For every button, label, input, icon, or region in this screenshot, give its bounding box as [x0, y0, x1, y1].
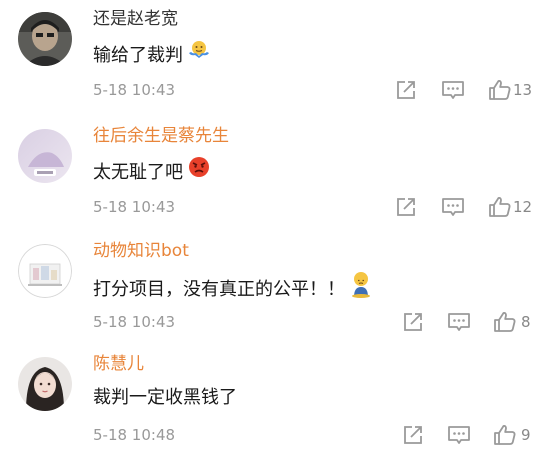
like-count: 8	[521, 313, 531, 331]
share-icon	[397, 81, 415, 99]
username[interactable]: 还是赵老宽	[93, 8, 178, 30]
timestamp: 5-18 10:48	[93, 426, 176, 444]
username[interactable]: 动物知识bot	[93, 240, 189, 262]
comment-text-content: 打分项目，没有真正的公平！！	[93, 279, 345, 300]
timestamp: 5-18 10:43	[93, 313, 176, 331]
comment-item: 还是赵老宽 输给了裁判 5-18 10:43 13	[0, 0, 550, 114]
thumbs-up-icon	[489, 80, 511, 100]
like-count: 13	[513, 81, 533, 99]
like-button[interactable]	[487, 77, 513, 103]
like-button[interactable]	[492, 309, 518, 335]
avatar[interactable]	[18, 244, 72, 298]
sad-sitting-emoji	[349, 270, 373, 306]
thumbs-up-icon	[494, 425, 516, 445]
share-icon	[404, 313, 422, 331]
thumbs-up-icon	[489, 197, 511, 217]
comment-icon	[448, 426, 470, 444]
username[interactable]: 往后余生是蔡先生	[93, 125, 229, 147]
username[interactable]: 陈慧儿	[93, 353, 144, 375]
comment-text-content: 裁判一定收黑钱了	[93, 387, 237, 408]
timestamp: 5-18 10:43	[93, 198, 176, 216]
comment-item: 陈慧儿 裁判一定收黑钱了 5-18 10:48 9	[0, 345, 550, 459]
thumbs-up-icon	[494, 312, 516, 332]
like-button[interactable]	[487, 194, 513, 220]
share-button[interactable]	[400, 422, 426, 448]
comment-text: 打分项目，没有真正的公平！！	[93, 272, 373, 308]
timestamp: 5-18 10:43	[93, 81, 176, 99]
share-icon	[404, 426, 422, 444]
share-button[interactable]	[393, 77, 419, 103]
like-count: 9	[521, 426, 531, 444]
comment-icon	[442, 81, 464, 99]
like-button[interactable]	[492, 422, 518, 448]
share-button[interactable]	[400, 309, 426, 335]
comment-item: 往后余生是蔡先生 太无耻了吧 5-18 10:43 12	[0, 117, 550, 231]
share-icon	[397, 198, 415, 216]
avatar[interactable]	[18, 357, 72, 411]
comment-button[interactable]	[440, 194, 466, 220]
avatar[interactable]	[18, 12, 72, 66]
comment-icon	[448, 313, 470, 331]
comment-icon	[442, 198, 464, 216]
comment-item: 动物知识bot 打分项目，没有真正的公平！！ 5-18 10:43 8	[0, 232, 550, 346]
share-button[interactable]	[393, 194, 419, 220]
comment-text: 太无耻了吧	[93, 157, 211, 189]
comment-button[interactable]	[446, 309, 472, 335]
like-count: 12	[513, 198, 533, 216]
angry-face-emoji	[187, 155, 211, 187]
shrug-emoji	[187, 38, 211, 70]
comment-button[interactable]	[446, 422, 472, 448]
comment-text: 裁判一定收黑钱了	[93, 385, 237, 411]
avatar[interactable]	[18, 129, 72, 183]
comment-button[interactable]	[440, 77, 466, 103]
comment-text-content: 太无耻了吧	[93, 162, 183, 183]
comment-text: 输给了裁判	[93, 40, 211, 72]
comment-text-content: 输给了裁判	[93, 45, 183, 66]
